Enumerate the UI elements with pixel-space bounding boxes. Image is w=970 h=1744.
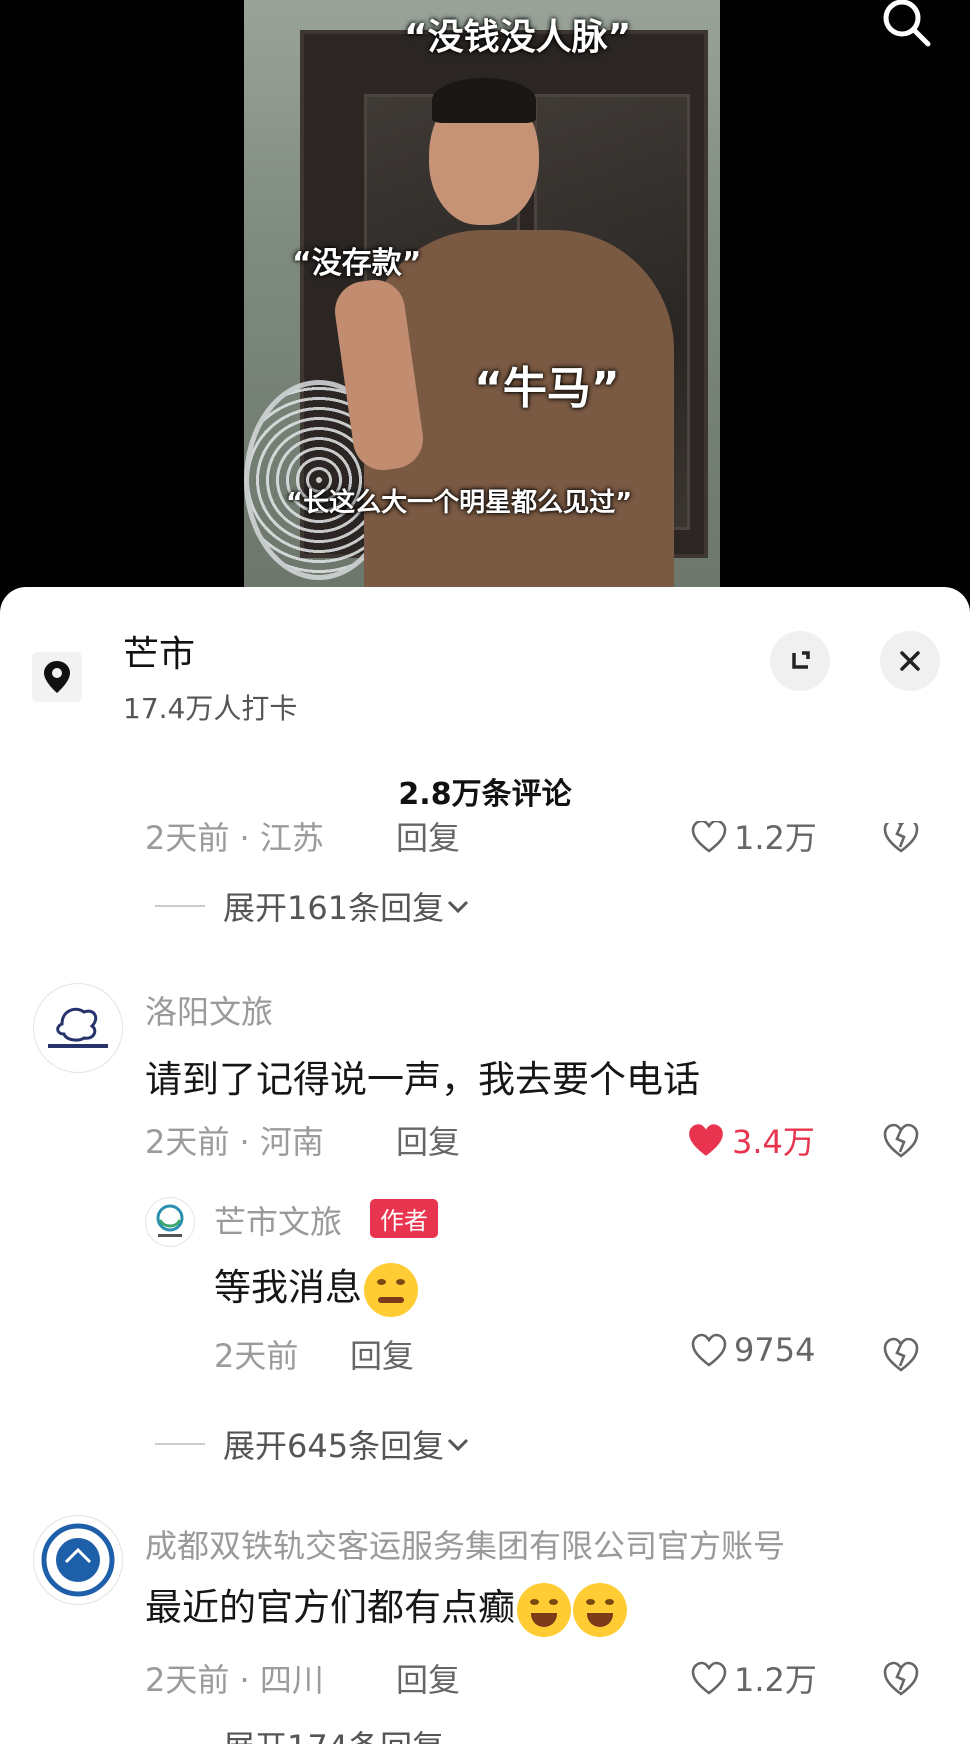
reply-button[interactable]: 回复 (396, 821, 460, 859)
expand-replies[interactable]: 展开161条回复 (155, 883, 472, 929)
reply-button[interactable]: 回复 (350, 1331, 414, 1377)
divider (155, 1443, 205, 1445)
like-count: 1.2万 (734, 1661, 817, 1699)
dislike-icon[interactable] (881, 1658, 921, 1698)
video-caption-2: “没存款” (292, 246, 422, 281)
reply-button[interactable]: 回复 (396, 1117, 460, 1163)
avatar[interactable] (33, 1515, 123, 1605)
avatar[interactable] (33, 983, 123, 1073)
comment-text: 请到了记得说一声，我去要个电话 (145, 1058, 700, 1101)
like-button[interactable]: 3.4万 (686, 1117, 815, 1163)
heart-icon (691, 1661, 727, 1695)
collapse-button[interactable] (770, 631, 830, 691)
chevron-down-icon (448, 900, 469, 914)
like-button[interactable]: 1.2万 (690, 819, 817, 859)
comments-sheet: 芒市 17.4万人打卡 2.8万条评论 2天前 · 江苏 回复 1.2万 展开1… (0, 587, 970, 1744)
video-caption-4: “长这么大一个明星都么见过” (286, 488, 633, 518)
dislike-icon[interactable] (881, 815, 921, 855)
laughing-emoji (573, 1582, 627, 1637)
heart-icon (691, 821, 727, 853)
reply-text-row: 等我消息 (214, 1257, 418, 1317)
location-checkins: 17.4万人打卡 (123, 692, 298, 725)
location-title[interactable]: 芒市 (123, 625, 195, 677)
chevron-down-icon (448, 1438, 469, 1452)
comment-count: 2.8万条评论 (398, 777, 572, 812)
comment-username[interactable]: 洛阳文旅 (145, 987, 273, 1033)
expand-label: 展开161条回复 (223, 889, 445, 927)
reply-meta: 2天前 (214, 1337, 299, 1375)
like-count: 1.2万 (734, 819, 817, 857)
video-player[interactable]: “没钱没人脉” “没存款” “牛马” “长这么大一个明星都么见过” (0, 0, 970, 600)
expand-label: 展开645条回复 (223, 1427, 445, 1465)
like-count: 9754 (734, 1331, 816, 1369)
heart-icon (691, 1333, 727, 1367)
reply-button[interactable]: 回复 (396, 1655, 460, 1701)
video-caption-3: “牛马” (474, 363, 620, 414)
close-icon (900, 651, 920, 671)
avatar[interactable] (145, 1197, 195, 1247)
dislike-icon[interactable] (881, 1334, 921, 1374)
divider (155, 905, 205, 907)
grimacing-emoji (364, 1262, 418, 1317)
comment-text: 最近的官方们都有点癫 (145, 1586, 515, 1629)
comment-meta: 2天前 · 江苏 (145, 819, 324, 857)
comment-meta: 2天前 · 四川 (145, 1661, 324, 1699)
video-caption-1: “没钱没人脉” (404, 17, 632, 58)
like-count: 3.4万 (732, 1123, 815, 1161)
video-frame: “没钱没人脉” “没存款” “牛马” “长这么大一个明星都么见过” (244, 0, 720, 600)
expand-replies[interactable]: 展开174条回复 (155, 1722, 444, 1744)
laughing-emoji (517, 1582, 571, 1637)
dislike-icon[interactable] (881, 1120, 921, 1160)
like-button[interactable]: 1.2万 (690, 1655, 817, 1701)
expand-label: 展开174条回复 (223, 1722, 444, 1744)
location-pin-icon (32, 652, 82, 702)
collapse-icon (792, 651, 810, 669)
author-badge: 作者 (370, 1199, 438, 1238)
search-icon[interactable] (876, 0, 936, 50)
reply-username[interactable]: 芒市文旅 (214, 1197, 342, 1243)
comment-meta: 2天前 · 河南 (145, 1123, 324, 1161)
reply-text: 等我消息 (214, 1266, 362, 1309)
expand-replies[interactable]: 展开645条回复 (155, 1421, 472, 1467)
comment-text-row: 最近的官方们都有点癫 (145, 1577, 627, 1637)
comment-username[interactable]: 成都双铁轨交客运服务集团有限公司官方账号 (145, 1521, 785, 1567)
close-button[interactable] (880, 631, 940, 691)
person-hair (432, 78, 536, 123)
like-button[interactable]: 9754 (690, 1331, 815, 1369)
heart-filled-icon (689, 1124, 723, 1156)
